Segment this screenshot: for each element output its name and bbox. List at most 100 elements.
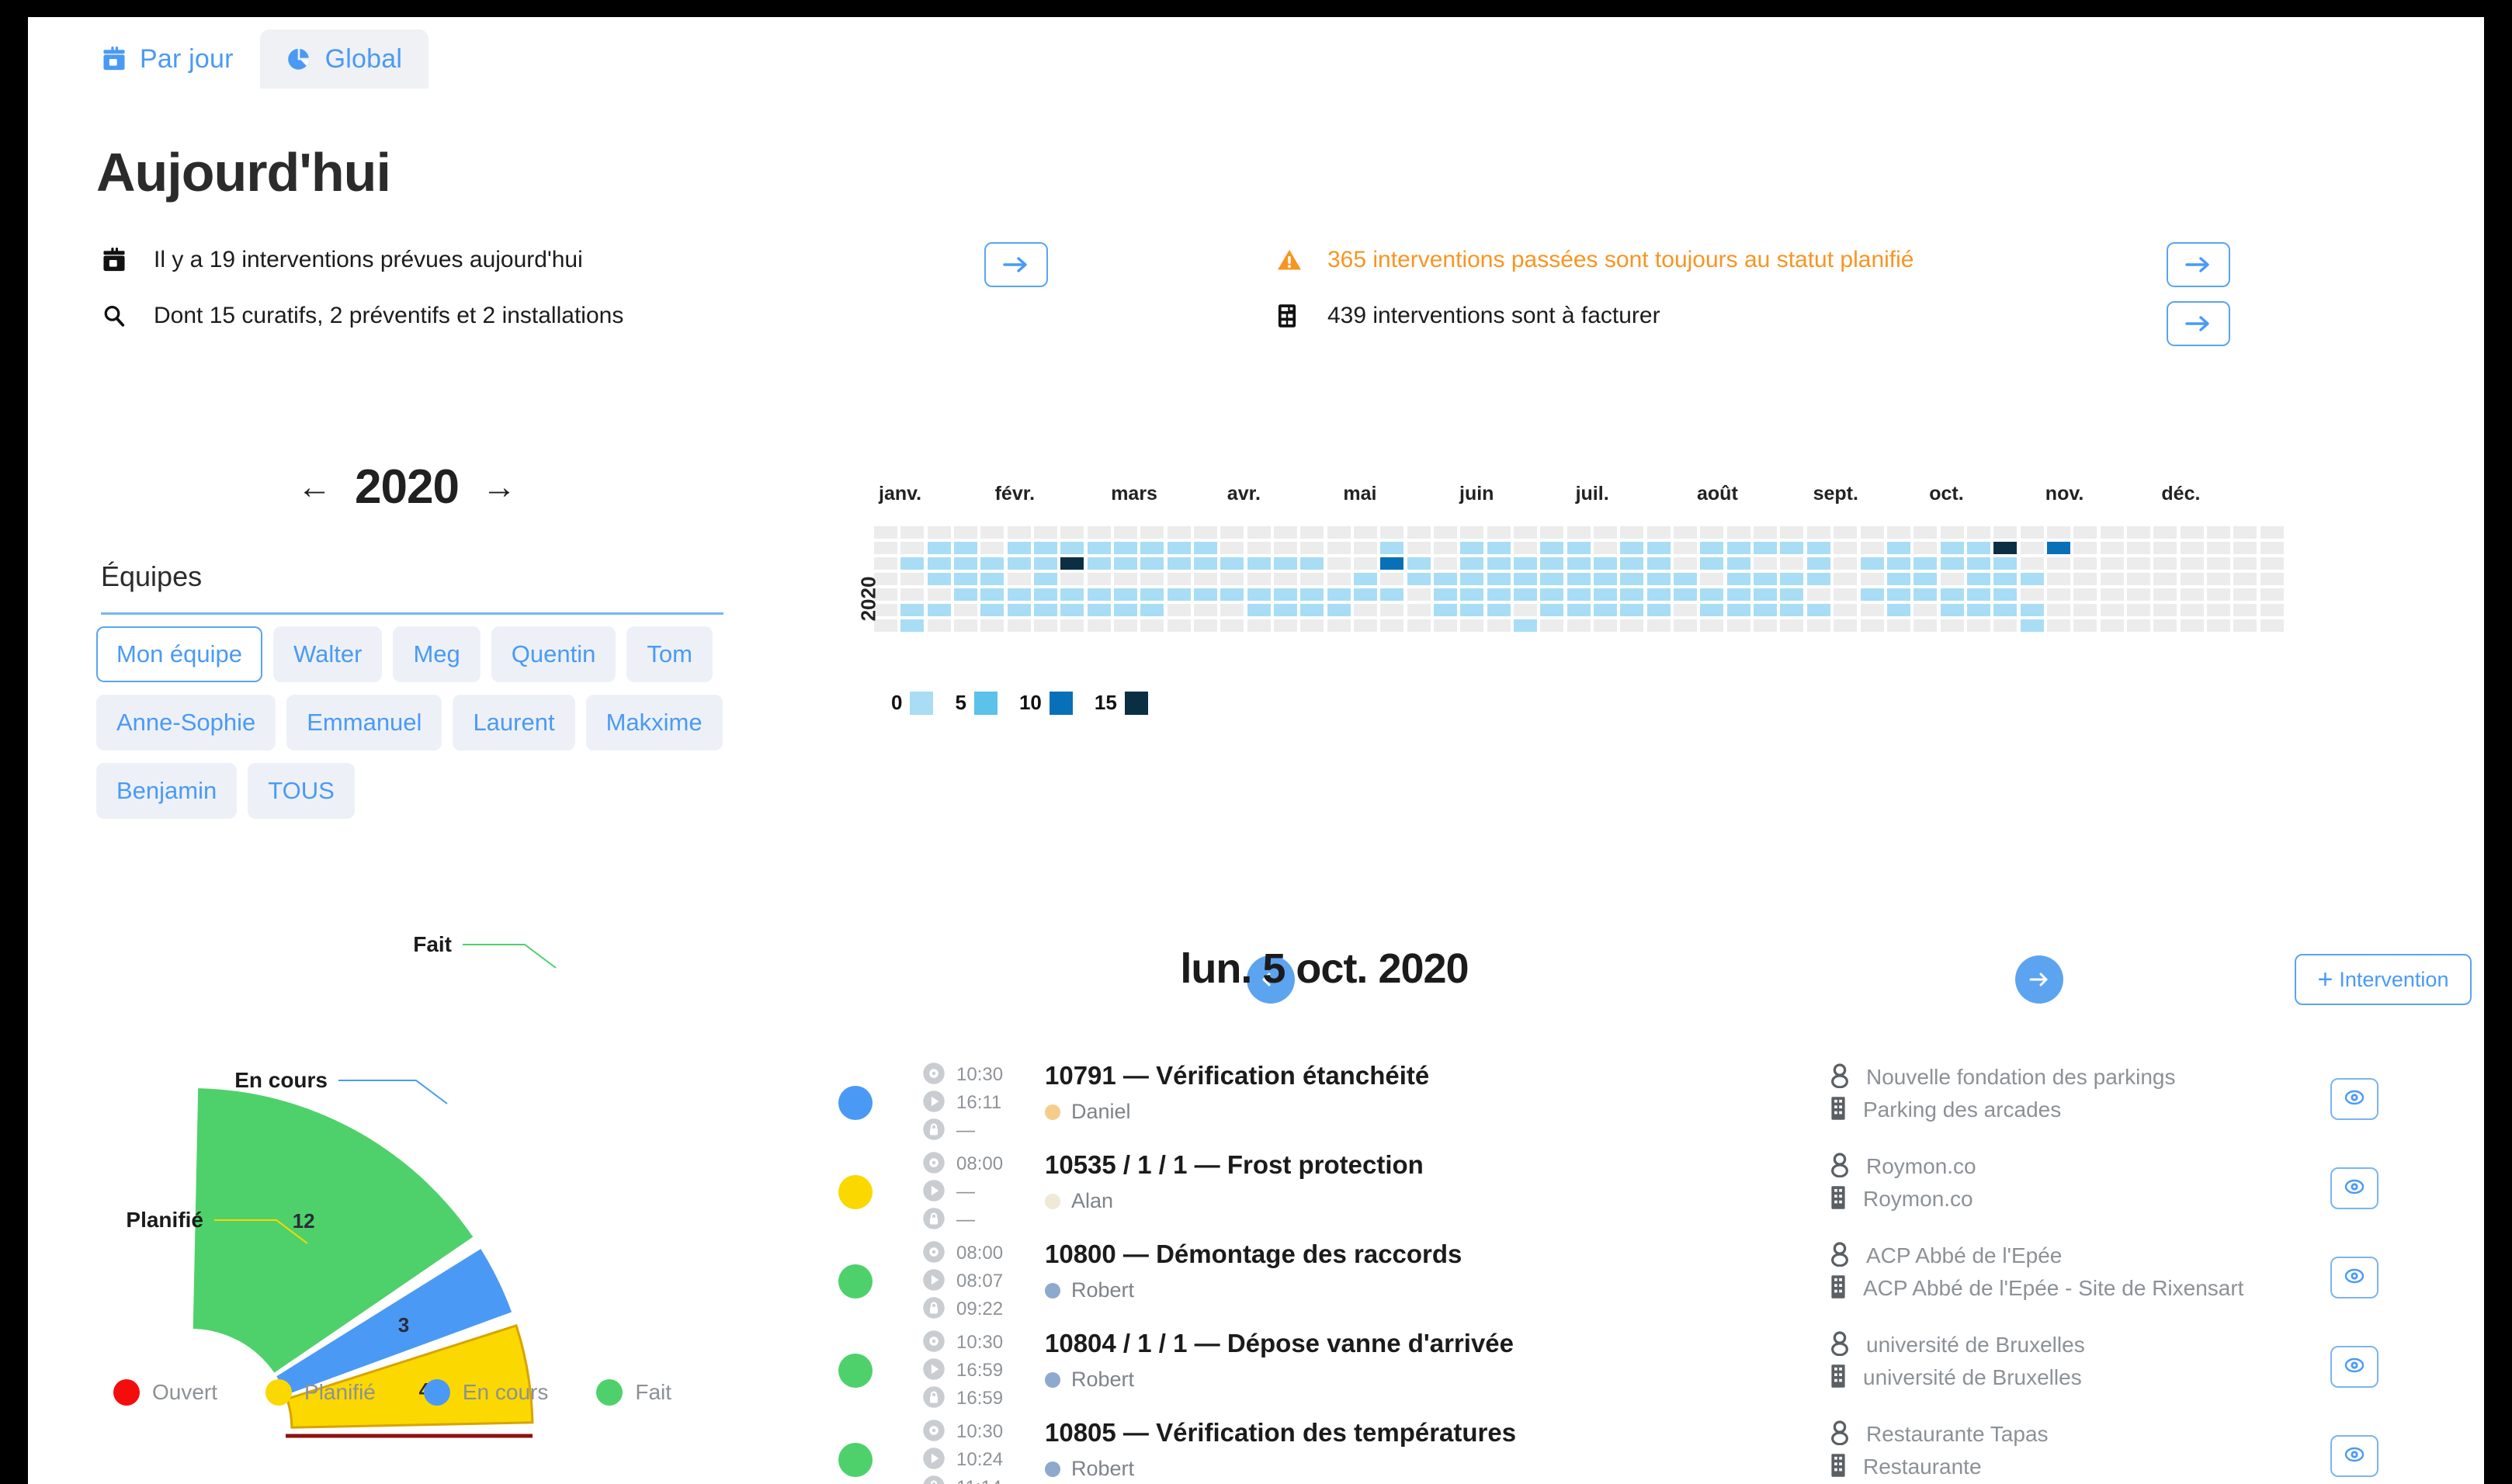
heatmap-cell[interactable] — [1940, 588, 1964, 601]
heatmap-cell[interactable] — [1514, 557, 1538, 570]
heatmap-cell[interactable] — [1806, 573, 1830, 585]
heatmap-cell[interactable] — [1700, 619, 1724, 632]
heatmap-cell[interactable] — [1567, 604, 1591, 616]
heatmap-cell[interactable] — [2260, 619, 2284, 632]
heatmap-cell[interactable] — [1620, 573, 1644, 585]
heatmap-cell[interactable] — [2260, 557, 2284, 570]
heatmap-cell[interactable] — [1540, 557, 1564, 570]
heatmap-cell[interactable] — [900, 542, 925, 554]
heatmap-cell[interactable] — [1806, 542, 1830, 554]
heatmap-cell[interactable] — [2020, 619, 2044, 632]
heatmap-cell[interactable] — [1300, 619, 1324, 632]
heatmap-cell[interactable] — [1646, 588, 1671, 601]
heatmap-cell[interactable] — [1540, 573, 1564, 585]
heatmap-cell[interactable] — [1407, 573, 1431, 585]
heatmap-cell[interactable] — [1940, 526, 1964, 539]
heatmap-cell[interactable] — [1140, 573, 1164, 585]
heatmap-cell[interactable] — [1726, 526, 1750, 539]
heatmap-cell[interactable] — [2046, 588, 2070, 601]
heatmap-cell[interactable] — [2126, 604, 2150, 616]
heatmap-cell[interactable] — [1780, 542, 1804, 554]
heatmap-cell[interactable] — [1033, 619, 1057, 632]
intervention-row[interactable]: 10:30 16:59 16:59 10804 / 1 / 1 — Dépose va… — [820, 1329, 2465, 1418]
heatmap-cell[interactable] — [1594, 573, 1618, 585]
heatmap-cell[interactable] — [1540, 619, 1564, 632]
heatmap-cell[interactable] — [1806, 557, 1830, 570]
heatmap-cell[interactable] — [1407, 557, 1431, 570]
heatmap-cell[interactable] — [1407, 542, 1431, 554]
heatmap-cell[interactable] — [2020, 573, 2044, 585]
heatmap-cell[interactable] — [1193, 557, 1217, 570]
heatmap-cell[interactable] — [1754, 619, 1778, 632]
heatmap-cell[interactable] — [927, 573, 951, 585]
heatmap-cell[interactable] — [1700, 604, 1724, 616]
heatmap-cell[interactable] — [1567, 588, 1591, 601]
day-next-button[interactable] — [2015, 955, 2063, 1004]
heatmap-cell[interactable] — [1834, 542, 1858, 554]
heatmap-cell[interactable] — [2046, 542, 2070, 554]
heatmap-cell[interactable] — [1834, 557, 1858, 570]
heatmap-cell[interactable] — [1674, 619, 1698, 632]
heatmap-cell[interactable] — [1540, 604, 1564, 616]
heatmap-cell[interactable] — [1353, 604, 1377, 616]
heatmap-cell[interactable] — [980, 588, 1004, 601]
heatmap-cell[interactable] — [1860, 557, 1884, 570]
heatmap-cell[interactable] — [1594, 526, 1618, 539]
heatmap-cell[interactable] — [2126, 588, 2150, 601]
heatmap-cell[interactable] — [1487, 619, 1511, 632]
go-invoice-button[interactable] — [2167, 301, 2230, 346]
heatmap-cell[interactable] — [1167, 619, 1191, 632]
heatmap-cell[interactable] — [1780, 526, 1804, 539]
heatmap-cell[interactable] — [1434, 604, 1457, 616]
heatmap-cell[interactable] — [2206, 542, 2230, 554]
heatmap-cell[interactable] — [927, 526, 951, 539]
heatmap-cell[interactable] — [1966, 573, 1990, 585]
heatmap-cell[interactable] — [1007, 557, 1031, 570]
heatmap-cell[interactable] — [1060, 619, 1084, 632]
heatmap-cell[interactable] — [953, 557, 977, 570]
heatmap-cell[interactable] — [2073, 526, 2097, 539]
heatmap-cell[interactable] — [1220, 557, 1244, 570]
heatmap-cell[interactable] — [1380, 573, 1404, 585]
heatmap-cell[interactable] — [2233, 588, 2257, 601]
heatmap-cell[interactable] — [2126, 573, 2150, 585]
heatmap-cell[interactable] — [1674, 557, 1698, 570]
heatmap-cell[interactable] — [1247, 557, 1271, 570]
heatmap-cell[interactable] — [1860, 573, 1884, 585]
heatmap-cell[interactable] — [1327, 619, 1351, 632]
heatmap-cell[interactable] — [1087, 619, 1111, 632]
heatmap-cell[interactable] — [1913, 526, 1938, 539]
heatmap-cell[interactable] — [1353, 588, 1377, 601]
heatmap-cell[interactable] — [2020, 526, 2044, 539]
heatmap-cell[interactable] — [2073, 604, 2097, 616]
heatmap-cell[interactable] — [1726, 619, 1750, 632]
heatmap-cell[interactable] — [1646, 573, 1671, 585]
heatmap-cell[interactable] — [1993, 526, 2018, 539]
heatmap-cell[interactable] — [1247, 588, 1271, 601]
heatmap-cell[interactable] — [1060, 542, 1084, 554]
heatmap-cell[interactable] — [1940, 573, 1964, 585]
heatmap-cell[interactable] — [1567, 542, 1591, 554]
heatmap-cell[interactable] — [1594, 619, 1618, 632]
heatmap-cell[interactable] — [1113, 573, 1137, 585]
heatmap-cell[interactable] — [1380, 542, 1404, 554]
heatmap-cell[interactable] — [2206, 604, 2230, 616]
heatmap-cell[interactable] — [1407, 619, 1431, 632]
heatmap-cell[interactable] — [2153, 542, 2177, 554]
heatmap-cell[interactable] — [1726, 588, 1750, 601]
heatmap-cell[interactable] — [2206, 619, 2230, 632]
heatmap-cell[interactable] — [1140, 542, 1164, 554]
heatmap-cell[interactable] — [1700, 526, 1724, 539]
heatmap-cell[interactable] — [1594, 542, 1618, 554]
heatmap-cell[interactable] — [1620, 588, 1644, 601]
heatmap-cell[interactable] — [1273, 619, 1297, 632]
heatmap-cell[interactable] — [1806, 604, 1830, 616]
heatmap-cell[interactable] — [1460, 542, 1484, 554]
heatmap-cell[interactable] — [1700, 573, 1724, 585]
heatmap-cell[interactable] — [2100, 573, 2124, 585]
heatmap-cell[interactable] — [1514, 619, 1538, 632]
heatmap-cell[interactable] — [1220, 542, 1244, 554]
heatmap-cell[interactable] — [1033, 604, 1057, 616]
heatmap-cell[interactable] — [1594, 604, 1618, 616]
heatmap-cell[interactable] — [1966, 604, 1990, 616]
